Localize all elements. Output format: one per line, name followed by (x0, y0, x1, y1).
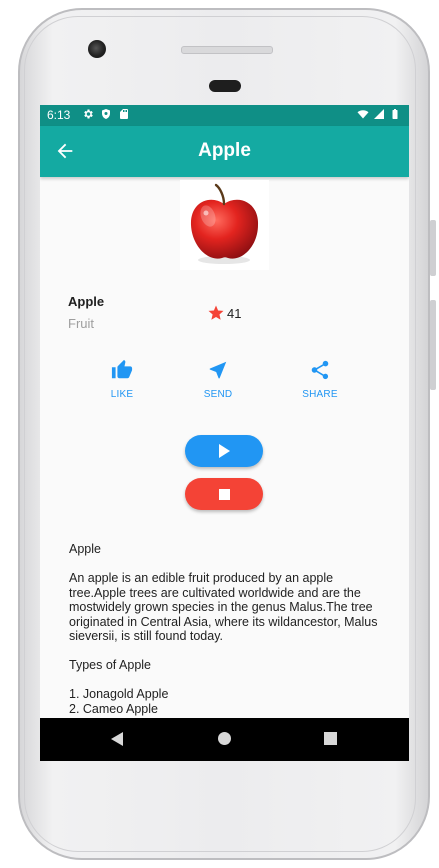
play-button[interactable] (185, 435, 263, 467)
like-label: LIKE (110, 389, 134, 400)
gear-icon (84, 109, 93, 119)
play-icon (219, 444, 230, 458)
shield-icon (102, 109, 110, 119)
home-circle-icon[interactable] (217, 731, 232, 746)
send-icon (209, 361, 227, 379)
rating-count: 41 (227, 305, 242, 321)
item-title-block: Apple Fruit (68, 294, 104, 331)
status-icons-right (357, 108, 401, 120)
status-icons-left (82, 108, 130, 120)
star-icon (208, 305, 224, 320)
front-camera (88, 40, 106, 58)
types-heading: Types of Apple (69, 658, 152, 672)
back-triangle-icon[interactable] (110, 731, 124, 747)
stop-button[interactable] (185, 478, 263, 510)
status-bar: 6:13 (40, 105, 409, 126)
rating: 41 (207, 304, 241, 322)
signal-icon (374, 109, 384, 119)
earpiece-speaker (181, 46, 273, 54)
share-icon (311, 360, 329, 380)
stop-icon (218, 488, 230, 500)
sd-card-icon (120, 109, 128, 119)
recents-square-icon[interactable] (324, 732, 337, 745)
screen: 6:13 Apple Apple Fruit 41 LIKE SEND SHAR… (40, 105, 409, 761)
send-label: SEND (203, 389, 233, 400)
item-name: Apple (68, 294, 105, 309)
item-category: Fruit (68, 316, 94, 331)
status-time: 6:13 (47, 108, 71, 122)
description-title: Apple (69, 542, 101, 556)
wifi-icon (357, 110, 369, 119)
battery-icon (392, 109, 398, 119)
description-body: An apple is an edible fruit produced by … (69, 571, 378, 643)
page-title: Apple (198, 140, 251, 161)
thumb-up-icon (111, 359, 133, 379)
navigation-bar (40, 718, 409, 761)
send-button[interactable]: SEND (183, 359, 253, 400)
types-list-item: 2. Cameo Apple (69, 701, 158, 716)
app-bar: Apple (40, 126, 409, 177)
power-button (430, 300, 436, 390)
share-button[interactable]: SHARE (285, 359, 355, 400)
volume-button (430, 220, 436, 276)
description: Apple An apple is an edible fruit produc… (69, 542, 389, 716)
like-button[interactable]: LIKE (87, 359, 157, 400)
share-label: SHARE (302, 389, 338, 400)
proximity-sensor (209, 80, 241, 92)
apple-image (180, 180, 269, 270)
types-list-item: 1. Jonagold Apple (69, 687, 169, 701)
